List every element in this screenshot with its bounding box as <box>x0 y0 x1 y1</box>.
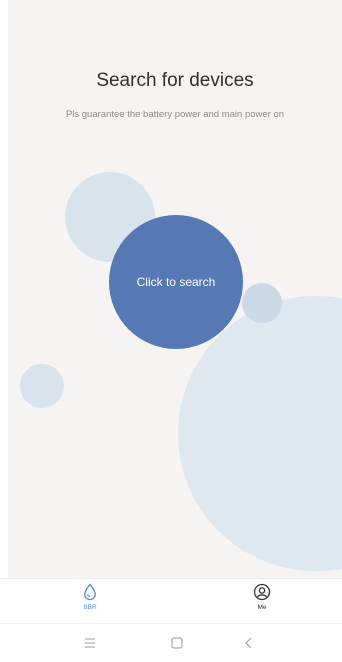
search-button-label: Click to search <box>136 275 216 289</box>
click-to-search-button[interactable]: Click to search <box>109 215 243 349</box>
home-button[interactable] <box>168 634 186 652</box>
decorative-bubble <box>20 364 64 408</box>
user-profile-icon <box>253 583 271 601</box>
app-screen: Search for devices Pls guarantee the bat… <box>0 0 342 662</box>
menu-button[interactable] <box>81 634 99 652</box>
back-button[interactable] <box>240 634 258 652</box>
tab-me-label: Me <box>257 604 267 611</box>
system-navigation-bar <box>0 623 342 662</box>
menu-icon <box>85 638 95 648</box>
search-page: Search for devices Pls guarantee the bat… <box>8 0 342 578</box>
tab-bbr-label: BBR <box>83 604 97 611</box>
tab-bbr[interactable]: BBR <box>60 583 120 621</box>
tab-me[interactable]: Me <box>232 583 292 621</box>
bottom-tab-bar: BBR Me <box>0 578 342 624</box>
page-subtitle: Pls guarantee the battery power and main… <box>65 109 285 120</box>
back-chevron-icon <box>245 637 252 649</box>
page-title: Search for devices <box>96 70 254 91</box>
water-drop-icon <box>84 583 96 601</box>
decorative-bubble <box>242 283 282 323</box>
home-square-icon <box>171 637 183 649</box>
